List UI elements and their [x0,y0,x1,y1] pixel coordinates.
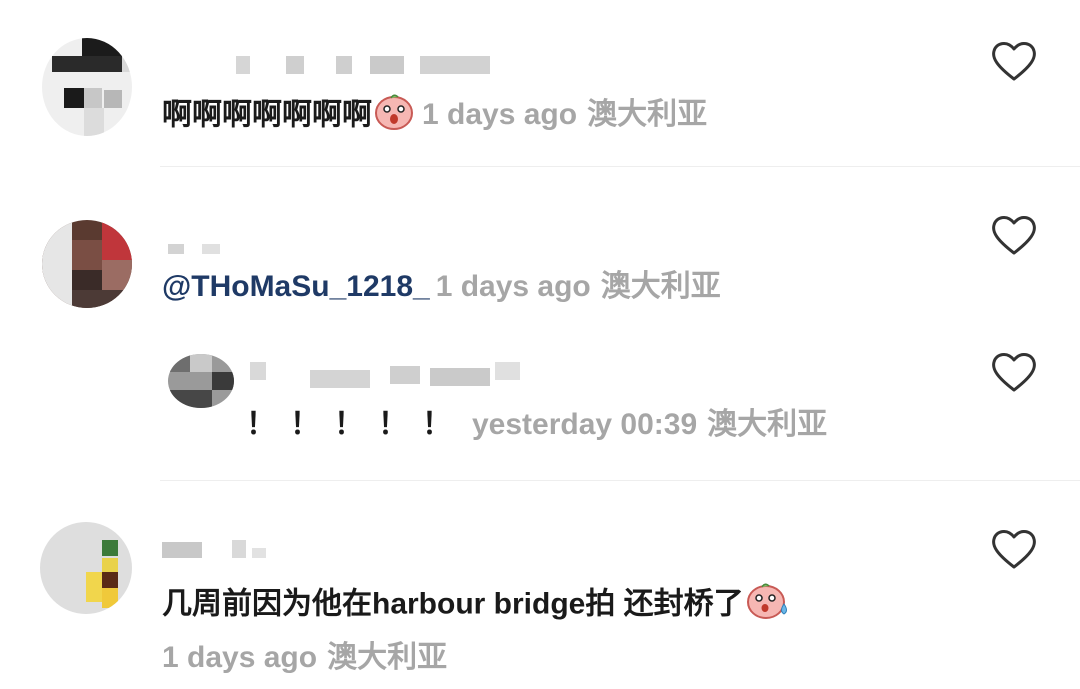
reply-region: 澳大利亚 [707,408,828,441]
like-heart-icon[interactable] [991,351,1037,393]
sweat-pig-emoji-icon [746,580,790,631]
comment-region: 澳大利亚 [327,641,448,674]
reply-username-blurred[interactable] [250,362,520,388]
avatar[interactable] [42,38,132,136]
reply-meta: yesterday 00:39 澳大利亚 [472,408,827,441]
reply-avatar[interactable] [168,354,234,408]
surprised-pig-emoji-icon [374,92,414,141]
comment-line: 啊啊啊啊啊啊啊 1 days ago 澳大利亚 [162,92,707,141]
reply-text: ！！！！！ [246,408,466,441]
comment-meta: 1 days ago 澳大利亚 [162,641,447,674]
comment-time: 1 days ago [435,270,591,303]
avatar[interactable] [42,220,132,308]
comment-text: 几周前因为他在harbour bridge拍 还封桥了 [162,587,744,621]
divider [160,480,1080,481]
comment-time: 1 days ago [162,641,318,674]
comment-line: 几周前因为他在harbour bridge拍 还封桥了 [162,580,792,631]
like-heart-icon[interactable] [991,528,1037,570]
reply-line: ！！！！！ yesterday 00:39 澳大利亚 [246,405,827,445]
username-blurred[interactable] [236,56,490,74]
comment-line: @THoMaSu_1218_ 1 days ago 澳大利亚 [162,267,721,307]
mention-link[interactable]: @THoMaSu_1218_ [162,270,430,303]
like-heart-icon[interactable] [991,40,1037,82]
username-blurred[interactable] [162,540,272,558]
comment-text: 啊啊啊啊啊啊啊 [162,98,372,132]
avatar[interactable] [40,522,132,614]
divider [160,166,1080,167]
comment-time: 1 days ago [422,98,578,132]
comment-meta: 1 days ago 澳大利亚 [436,270,721,303]
comment-region: 澳大利亚 [600,270,721,303]
comment-region: 澳大利亚 [587,98,708,132]
reply-time: yesterday 00:39 [472,408,698,441]
username-blurred[interactable] [168,240,228,258]
comment-meta-line: 1 days ago 澳大利亚 [156,638,447,678]
comment-meta: 1 days ago 澳大利亚 [422,98,707,131]
like-heart-icon[interactable] [991,214,1037,256]
